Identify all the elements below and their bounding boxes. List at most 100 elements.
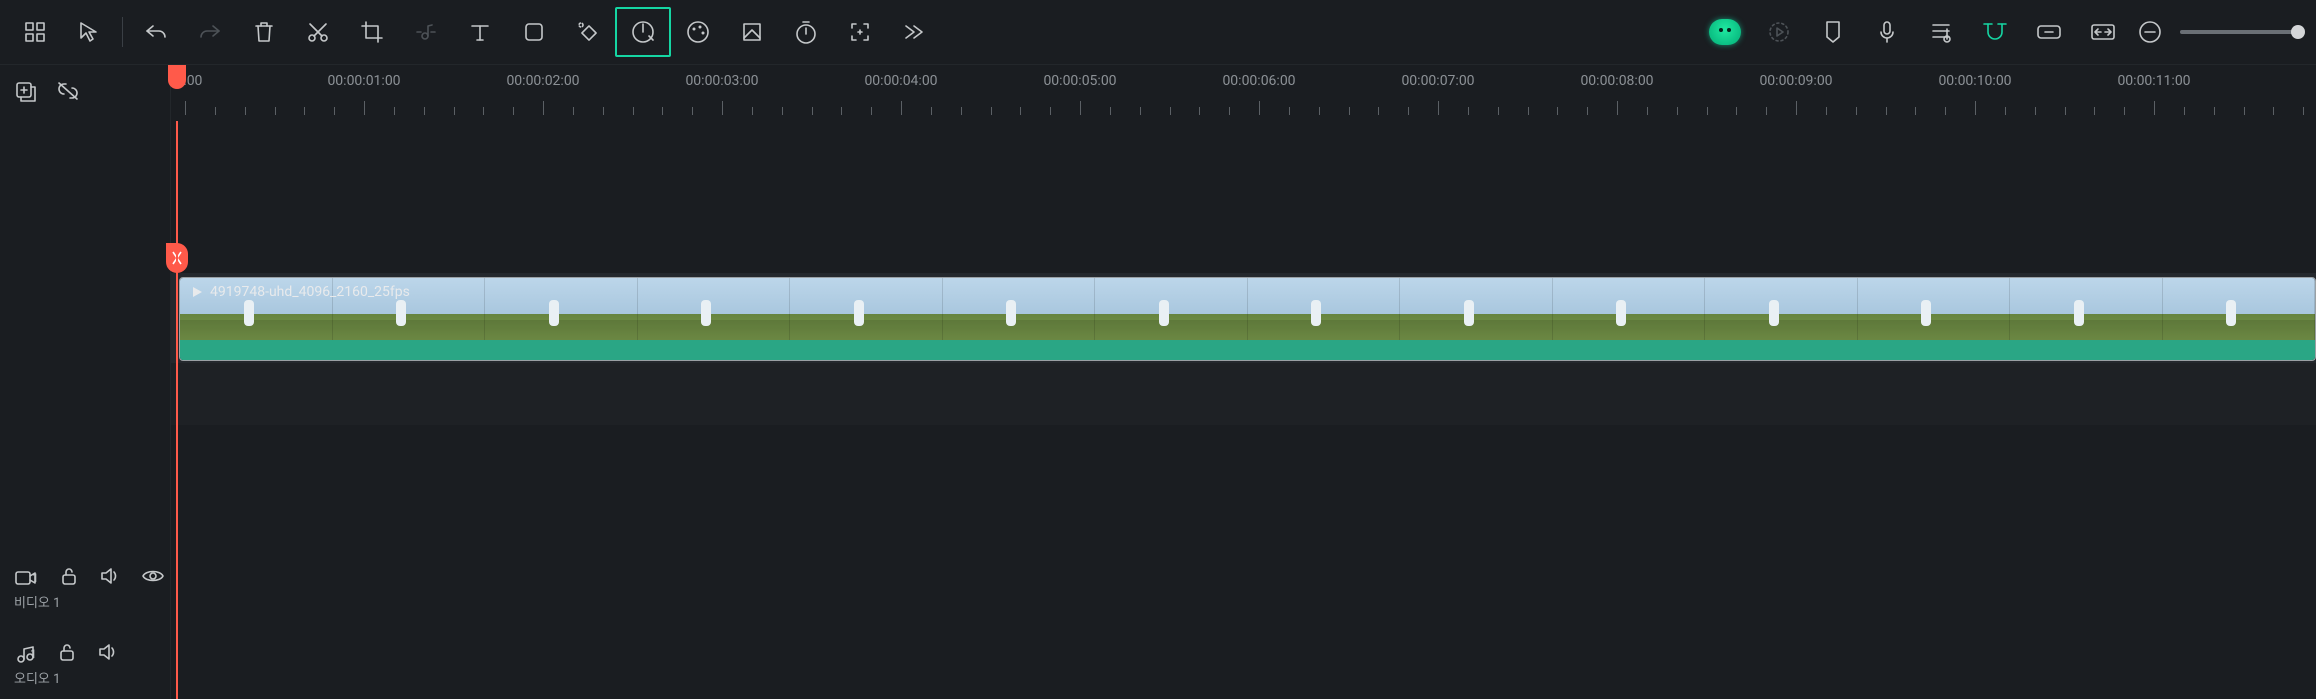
ruler-minor-tick	[513, 107, 514, 115]
ruler-minor-tick	[871, 107, 872, 115]
clip-thumbnail	[790, 278, 943, 340]
track-visible-icon[interactable]	[141, 567, 165, 589]
spacer-lane	[171, 121, 2316, 273]
ruler-minor-tick	[1677, 107, 1678, 115]
clip-thumbnails	[180, 278, 2315, 340]
voice-record-icon[interactable]	[1860, 10, 1914, 54]
ruler-minor-tick	[1766, 107, 1767, 115]
music-beat-icon[interactable]	[399, 10, 453, 54]
cut-button[interactable]	[291, 10, 345, 54]
ruler-minor-tick	[2214, 107, 2215, 115]
audio-track-icon: 1	[14, 644, 37, 664]
link-clips-icon[interactable]	[2022, 10, 2076, 54]
ruler-minor-tick	[1289, 107, 1290, 115]
playhead-handle[interactable]	[168, 65, 186, 89]
clip-audio-band	[180, 340, 2315, 360]
clip-thumbnail	[1553, 278, 1706, 340]
ruler-label: 00:00:11:00	[2117, 73, 2190, 89]
stopwatch-icon[interactable]	[779, 10, 833, 54]
track-headers-column: 1 비디오 1	[0, 65, 171, 699]
ruler-minor-tick	[662, 107, 663, 115]
unlink-button[interactable]	[56, 80, 80, 106]
track-lock-icon[interactable]	[57, 642, 77, 666]
ruler-minor-tick	[1378, 107, 1379, 115]
ruler-minor-tick	[1498, 107, 1499, 115]
redo-button[interactable]	[183, 10, 237, 54]
tracks-area: 4919748-uhd_4096_2160_25fps	[171, 121, 2316, 699]
ruler-minor-tick	[454, 107, 455, 115]
ruler-minor-tick	[991, 107, 992, 115]
ai-assistant-icon[interactable]	[1698, 10, 1752, 54]
track-lock-icon[interactable]	[59, 566, 79, 590]
ruler-minor-tick	[483, 107, 484, 115]
clip-thumbnail	[1705, 278, 1858, 340]
ruler-minor-tick	[1826, 107, 1827, 115]
color-tool-icon[interactable]	[671, 10, 725, 54]
clip-thumbnail	[1248, 278, 1401, 340]
shape-tool-icon[interactable]	[507, 10, 561, 54]
ruler-major-tick	[543, 101, 544, 115]
audio-mixer-icon[interactable]	[1914, 10, 1968, 54]
crop-button[interactable]	[345, 10, 399, 54]
ruler-minor-tick	[841, 107, 842, 115]
magnet-snap-icon[interactable]	[1968, 10, 2022, 54]
video-clip[interactable]: 4919748-uhd_4096_2160_25fps	[179, 277, 2316, 361]
zoom-out-button[interactable]	[2130, 10, 2170, 54]
ruler-minor-tick	[812, 107, 813, 115]
track-header-controls	[0, 65, 170, 121]
ruler-minor-tick	[424, 107, 425, 115]
timeline-canvas[interactable]: 00:0000:00:01:0000:00:02:0000:00:03:0000…	[171, 65, 2316, 699]
ruler-major-tick	[901, 101, 902, 115]
ruler-label: 00:00:10:00	[1938, 73, 2011, 89]
delete-button[interactable]	[237, 10, 291, 54]
toolbar-separator	[122, 17, 123, 47]
ruler-minor-tick	[961, 107, 962, 115]
ruler-minor-tick	[2035, 107, 2036, 115]
transform-tool-icon[interactable]	[725, 10, 779, 54]
clip-thumbnail	[638, 278, 791, 340]
keyframe-tool-icon[interactable]	[561, 10, 615, 54]
ruler-minor-tick	[304, 107, 305, 115]
timeline-body: 1 비디오 1	[0, 65, 2316, 699]
ruler-label: 00:00:07:00	[1401, 73, 1474, 89]
ruler-minor-tick	[394, 107, 395, 115]
ruler-minor-tick	[573, 107, 574, 115]
text-tool-icon[interactable]	[453, 10, 507, 54]
ruler-minor-tick	[1140, 107, 1141, 115]
fit-width-icon[interactable]	[2076, 10, 2130, 54]
ruler-minor-tick	[2094, 107, 2095, 115]
clip-name-chip: 4919748-uhd_4096_2160_25fps	[186, 282, 414, 302]
clip-thumbnail	[1095, 278, 1248, 340]
grid-view-icon[interactable]	[8, 10, 62, 54]
ruler-minor-tick	[1020, 107, 1021, 115]
focus-frame-icon[interactable]	[833, 10, 887, 54]
zoom-thumb[interactable]	[2291, 25, 2305, 39]
audio-lane[interactable]	[171, 363, 2316, 425]
track-mute-icon[interactable]	[97, 642, 119, 666]
time-ruler[interactable]: 00:0000:00:01:0000:00:02:0000:00:03:0000…	[171, 65, 2316, 121]
ruler-minor-tick	[1557, 107, 1558, 115]
timeline-toolbar	[0, 0, 2316, 65]
marker-icon[interactable]	[1806, 10, 1860, 54]
ruler-minor-tick	[1319, 107, 1320, 115]
ruler-minor-tick	[633, 107, 634, 115]
video-lane[interactable]: 4919748-uhd_4096_2160_25fps	[171, 273, 2316, 363]
ruler-label: 00:00:03:00	[685, 73, 758, 89]
ruler-minor-tick	[603, 107, 604, 115]
ruler-label: 00:00:01:00	[327, 73, 400, 89]
ruler-minor-tick	[275, 107, 276, 115]
ruler-minor-tick	[1945, 107, 1946, 115]
add-track-button[interactable]	[14, 80, 38, 106]
ruler-label: 00:00:04:00	[864, 73, 937, 89]
ruler-minor-tick	[1736, 107, 1737, 115]
track-mute-icon[interactable]	[99, 566, 121, 590]
ruler-minor-tick	[1856, 107, 1857, 115]
more-tools-icon[interactable]	[887, 10, 941, 54]
playhead-line	[176, 121, 178, 699]
undo-button[interactable]	[129, 10, 183, 54]
pointer-tool-icon[interactable]	[62, 10, 116, 54]
ruler-minor-tick	[245, 107, 246, 115]
zoom-slider[interactable]	[2180, 30, 2300, 34]
render-icon[interactable]	[1752, 10, 1806, 54]
speed-tool-icon[interactable]	[615, 7, 671, 57]
